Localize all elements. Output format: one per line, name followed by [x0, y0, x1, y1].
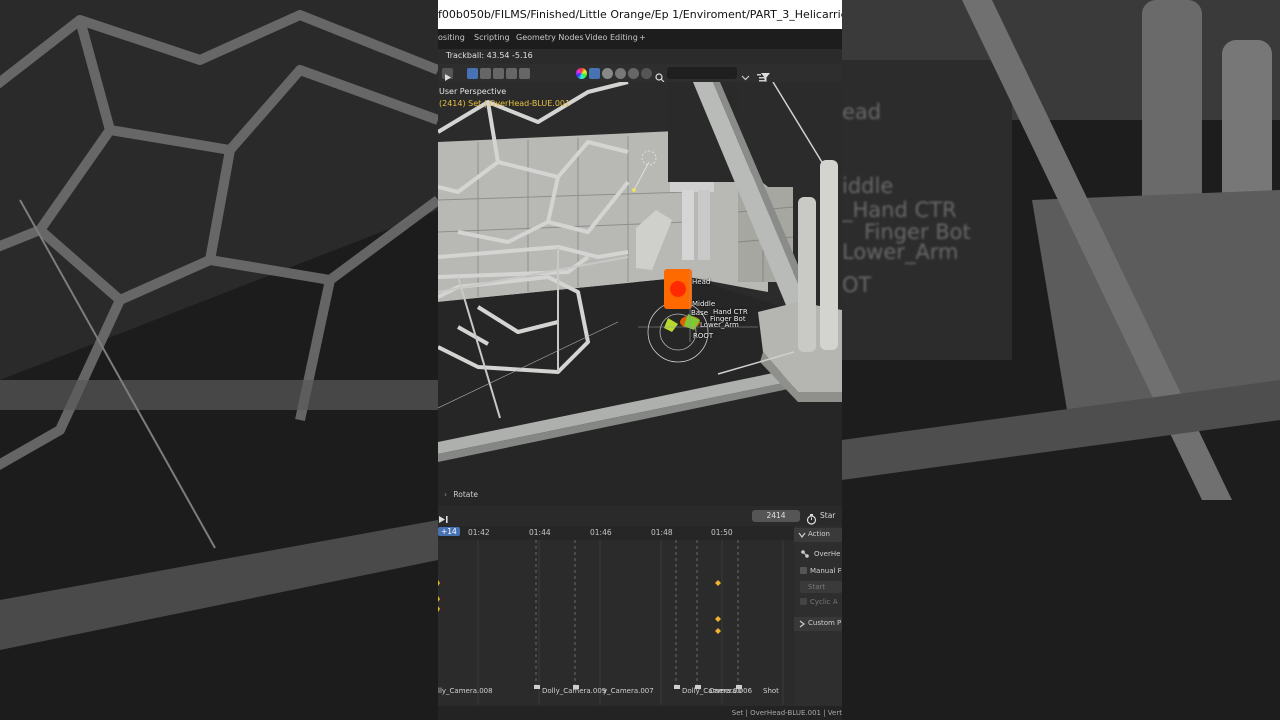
chevron-down-icon[interactable] — [740, 68, 751, 81]
select-extend-icon[interactable] — [480, 68, 491, 79]
start-field[interactable]: Start — [800, 581, 842, 593]
filter-icon[interactable] — [760, 68, 771, 82]
timeline-header: 2414 Star — [438, 506, 842, 526]
blurred-text-5: OT — [842, 273, 872, 297]
status-bar-text: Set | OverHead-BLUE.001 | Vert — [731, 709, 842, 717]
status-bar: Set | OverHead-BLUE.001 | Vert — [438, 706, 842, 720]
tab-geometry-nodes[interactable]: Geometry Nodes — [516, 33, 583, 42]
tab-video-editing[interactable]: Video Editing — [585, 33, 638, 42]
chevron-right-icon — [799, 620, 805, 628]
marker-label: Camera.006 — [709, 687, 753, 695]
tab-compositing[interactable]: ositing — [438, 33, 465, 42]
tick-label: 01:46 — [590, 528, 612, 537]
blurred-background-left — [0, 0, 438, 720]
armature-icon — [801, 550, 809, 558]
action-panel-title: Action — [808, 530, 830, 538]
select-box-icon[interactable] — [467, 68, 478, 79]
select-intersect-icon[interactable] — [519, 68, 530, 79]
play-icon[interactable] — [442, 68, 453, 81]
current-frame-field[interactable]: 2414 — [752, 510, 800, 522]
object-mode-icon[interactable] — [589, 68, 600, 79]
shading-solid-icon[interactable] — [602, 68, 613, 79]
last-operator-label: Rotate — [453, 490, 478, 499]
marker-label: Shot — [763, 687, 779, 695]
viewport-toolbar — [438, 64, 842, 83]
viewport-scene — [438, 82, 842, 506]
tick-label: 01:42 — [468, 528, 490, 537]
color-wheel-icon[interactable] — [576, 68, 587, 79]
bone-label-head: Head — [692, 278, 711, 286]
custom-properties-header[interactable]: Custom P — [794, 617, 842, 631]
action-panel-header[interactable]: Action — [794, 528, 842, 542]
action-object-name: OverHe — [814, 550, 841, 558]
playhead-frame-badge[interactable]: +14 — [438, 527, 460, 536]
tick-label: 01:50 — [711, 528, 733, 537]
blurred-text-0: ead — [842, 100, 882, 124]
select-invert-icon[interactable] — [506, 68, 517, 79]
search-input[interactable] — [667, 67, 737, 79]
shading-material-icon[interactable] — [615, 68, 626, 79]
view-mode-label: User Perspective — [439, 87, 507, 96]
window-title: f00b050b/FILMS/Finished/Little Orange/Ep… — [438, 8, 842, 21]
blender-window: f00b050b/FILMS/Finished/Little Orange/Ep… — [438, 0, 842, 720]
bone-label-middle: Middle — [692, 300, 716, 308]
trackball-readout: Trackball: 43.54 -5.16 — [446, 51, 533, 60]
start-frame-label: Star — [820, 511, 836, 520]
3d-viewport[interactable]: User Perspective (2414) Set | OverHead-B… — [438, 82, 842, 506]
last-operator-panel[interactable]: › Rotate — [440, 487, 540, 502]
timeline-editor[interactable]: +14 01:42 01:44 01:46 01:48 01:50 lly_Ca… — [438, 526, 794, 720]
timeline-ruler[interactable]: +14 01:42 01:44 01:46 01:48 01:50 — [438, 526, 794, 540]
viewport-status-header: Trackball: 43.54 -5.16 — [438, 49, 842, 64]
tick-label: 01:48 — [651, 528, 673, 537]
blurred-text-2: _Hand CTR — [842, 198, 957, 222]
marker-label: y_Camera.007 — [603, 687, 654, 695]
active-object-label: (2414) Set | OverHead-BLUE.001 — [439, 99, 571, 108]
bone-label-root: ROOT — [693, 332, 714, 340]
window-titlebar: f00b050b/FILMS/Finished/Little Orange/Ep… — [438, 0, 842, 29]
tick-label: 01:44 — [529, 528, 551, 537]
manual-frame-label: Manual F — [810, 567, 842, 575]
bone-label-base: Base — [691, 309, 709, 317]
workspace-tabs: ositing Scripting Geometry Nodes Video E… — [438, 29, 842, 49]
search-icon[interactable] — [654, 68, 665, 83]
select-subtract-icon[interactable] — [493, 68, 504, 79]
add-workspace-button[interactable]: + — [639, 33, 646, 42]
custom-properties-label: Custom P — [808, 619, 842, 627]
jump-to-endpoint-icon[interactable] — [438, 510, 449, 523]
bone-label-lower-arm: Lower_Arm — [700, 321, 739, 329]
shading-options-icon[interactable] — [641, 68, 652, 79]
chevron-down-icon — [798, 532, 806, 538]
blurred-text-1: iddle — [842, 174, 894, 198]
marker-label: lly_Camera.008 — [438, 687, 493, 695]
cyclic-label: Cyclic A — [810, 598, 838, 606]
tab-scripting[interactable]: Scripting — [474, 33, 510, 42]
stopwatch-icon[interactable] — [806, 510, 817, 525]
manual-frame-checkbox[interactable] — [800, 567, 807, 574]
marker-label: Dolly_Camera.009 — [542, 687, 607, 695]
timeline-sidebar: Action OverHe Manual F Start Cyclic A Cu… — [794, 526, 842, 720]
cyclic-checkbox[interactable] — [800, 598, 807, 605]
shading-rendered-icon[interactable] — [628, 68, 639, 79]
blurred-text-4: Lower_Arm — [842, 240, 959, 264]
blurred-background-right: ead iddle _Hand CTR Finger Bot Lower_Arm… — [842, 0, 1280, 720]
